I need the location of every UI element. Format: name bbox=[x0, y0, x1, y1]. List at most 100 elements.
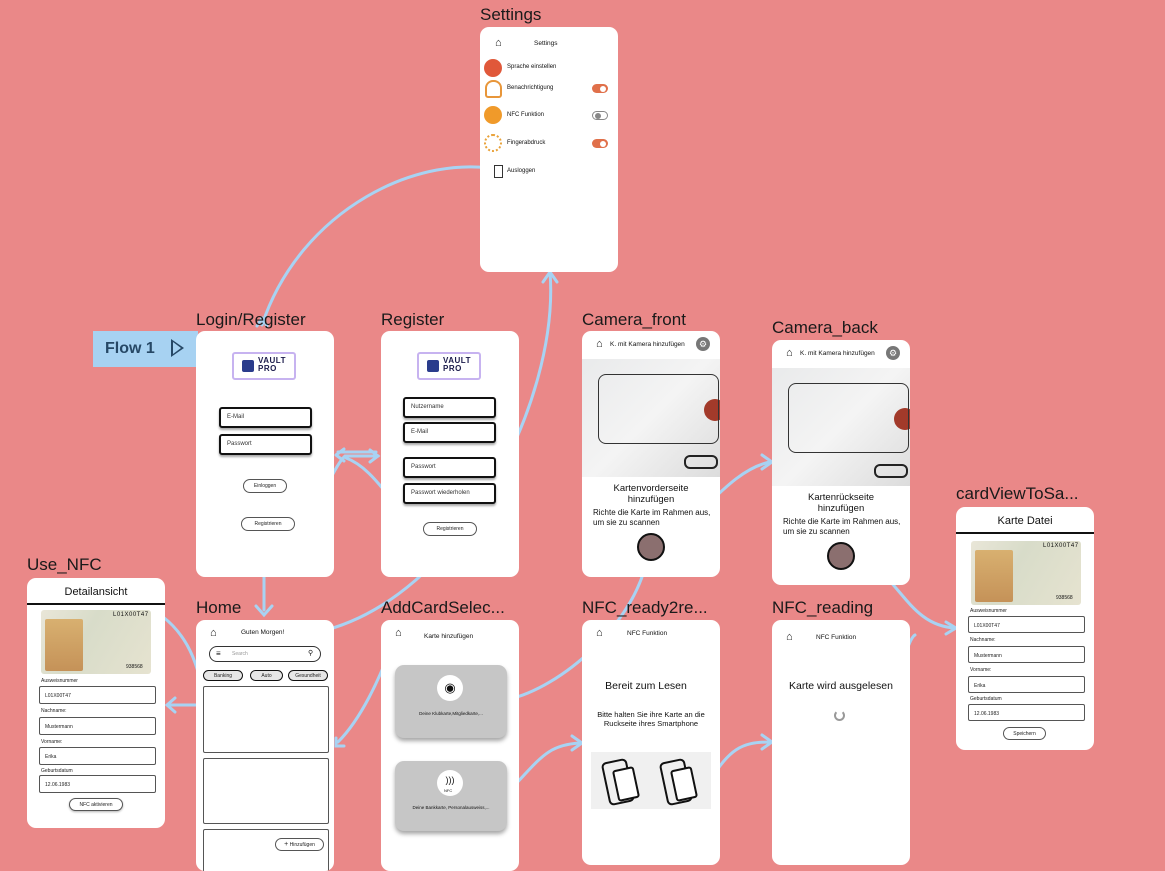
notifications-toggle[interactable] bbox=[592, 84, 608, 93]
nfc-illustration bbox=[591, 752, 711, 809]
home-screen: ⌂ Guten Morgen! ≡ Search ⚲ Banking Auto … bbox=[196, 620, 334, 871]
frame-title-card-view: cardViewToSa... bbox=[956, 484, 1079, 503]
search-input[interactable]: ≡ Search ⚲ bbox=[209, 646, 321, 662]
email-field[interactable]: E-Mail bbox=[403, 422, 496, 443]
add-card-screen: ⌂ Karte hinzufügen ◉ Deine Klubkarte,Mit… bbox=[381, 620, 519, 871]
firstname-field[interactable]: Erika bbox=[39, 747, 156, 765]
home-icon[interactable]: ⌂ bbox=[495, 37, 502, 49]
id-photo bbox=[975, 550, 1013, 602]
flow-tag-label: Flow 1 bbox=[105, 340, 155, 357]
vault-pro-logo: VAULT PRO bbox=[417, 352, 481, 380]
register-button[interactable]: Registrieren bbox=[423, 522, 477, 536]
option-label: Deine Bankkarte, Personalausweiss,... bbox=[412, 805, 490, 810]
password-field[interactable]: Passwort bbox=[403, 457, 496, 478]
card-slot[interactable] bbox=[203, 758, 329, 824]
chip-health[interactable]: Gesundheit bbox=[288, 670, 328, 681]
lock-icon bbox=[242, 360, 254, 372]
register-screen: VAULT PRO Nutzername E-Mail Passwort Pass… bbox=[381, 331, 519, 577]
nfc-toggle[interactable] bbox=[592, 111, 608, 120]
frame-title-add-card: AddCardSelec... bbox=[381, 598, 505, 617]
camera-title: Kartenvorderseite hinzufügen bbox=[613, 483, 689, 505]
card-view-header: Karte Datei bbox=[997, 515, 1053, 527]
card-view-screen: Karte Datei L01X00T47 938568 Ausweisnumm… bbox=[956, 507, 1094, 750]
gear-icon[interactable]: ⚙ bbox=[886, 346, 900, 360]
id-number: L01X00T47 bbox=[113, 612, 149, 618]
chip-banking[interactable]: Banking bbox=[203, 670, 243, 681]
detail-header: Detailansicht bbox=[64, 586, 128, 598]
fingerprint-icon bbox=[484, 134, 502, 152]
fingerprint-toggle[interactable] bbox=[592, 139, 608, 148]
home-icon[interactable]: ⌂ bbox=[596, 338, 603, 350]
settings-item-language[interactable]: Sprache einstellen bbox=[484, 58, 614, 78]
save-button[interactable]: Speichern bbox=[1003, 727, 1046, 740]
wifi-icon bbox=[484, 106, 502, 124]
camera-hint: Richte die Karte im Rahmen aus, um sie z… bbox=[593, 508, 711, 527]
plus-icon: + bbox=[284, 841, 289, 848]
field-label: Ausweisnummer bbox=[41, 678, 78, 684]
add-nfc-option[interactable]: ))) NFC Deine Bankkarte, Personalausweis… bbox=[395, 761, 507, 831]
password-field[interactable]: Passwort bbox=[219, 434, 312, 455]
search-icon[interactable]: ⚲ bbox=[308, 649, 313, 657]
id-number: L01X00T47 bbox=[1043, 543, 1079, 549]
settings-item-nfc[interactable]: NFC Funktion bbox=[484, 106, 614, 126]
nfc-header: NFC Funktion bbox=[627, 630, 668, 637]
settings-item-label: Sprache einstellen bbox=[507, 64, 557, 70]
field-label: Vorname: bbox=[41, 739, 63, 745]
logout-icon bbox=[494, 165, 503, 178]
settings-item-fingerprint[interactable]: Fingerabdruck bbox=[484, 134, 614, 154]
home-icon[interactable]: ⌂ bbox=[596, 627, 603, 639]
nfc-reading-screen: ⌂ NFC Funktion Karte wird ausgelesen bbox=[772, 620, 910, 865]
id-number-field[interactable]: L01X00T47 bbox=[39, 686, 156, 704]
settings-title: Settings bbox=[534, 40, 558, 47]
shutter-button[interactable] bbox=[637, 533, 665, 561]
menu-icon[interactable]: ≡ bbox=[216, 650, 221, 658]
camera-back-screen: ⌂ K. mit Kamera hinzufügen ⚙ Kartenrücks… bbox=[772, 340, 910, 585]
home-icon[interactable]: ⌂ bbox=[786, 347, 793, 359]
wrench-icon bbox=[484, 59, 502, 77]
frame-title-camera-back: Camera_back bbox=[772, 318, 878, 337]
nfc-activate-button[interactable]: NFC aktivieren bbox=[69, 798, 123, 811]
field-label: Nachname: bbox=[41, 708, 67, 714]
flow-tag[interactable]: Flow 1 bbox=[93, 331, 198, 367]
field-label: Nachname: bbox=[970, 637, 996, 643]
id-code: 938568 bbox=[126, 664, 143, 670]
id-number-field[interactable]: L01X00T47 bbox=[968, 616, 1085, 633]
option-label: Deine Klubkarte,Mitgliedkarte,... bbox=[419, 711, 483, 716]
surname-field[interactable]: Mustermann bbox=[39, 717, 156, 735]
home-icon[interactable]: ⌂ bbox=[786, 631, 793, 643]
nfc-ready-screen: ⌂ NFC Funktion Bereit zum Lesen Bitte ha… bbox=[582, 620, 720, 865]
email-field[interactable]: E-Mail bbox=[219, 407, 312, 428]
vault-pro-logo: VAULT PRO bbox=[232, 352, 296, 380]
settings-item-logout[interactable]: Ausloggen bbox=[484, 162, 614, 182]
frame-title-login: Login/Register bbox=[196, 310, 306, 329]
home-icon[interactable]: ⌂ bbox=[395, 627, 402, 639]
birthdate-field[interactable]: 12.06.1983 bbox=[39, 775, 156, 793]
shutter-button[interactable] bbox=[827, 542, 855, 570]
surname-field[interactable]: Mustermann bbox=[968, 646, 1085, 663]
chip-auto[interactable]: Auto bbox=[250, 670, 283, 681]
id-card-image: L01X00T47 938568 bbox=[971, 541, 1081, 605]
home-icon[interactable]: ⌂ bbox=[210, 627, 217, 639]
add-card-title: Karte hinzufügen bbox=[424, 633, 474, 640]
username-field[interactable]: Nutzername bbox=[403, 397, 496, 418]
id-card-image: L01X00T47 938568 bbox=[41, 610, 151, 674]
camera-hint: Richte die Karte im Rahmen aus, um sie z… bbox=[783, 517, 901, 536]
password-repeat-field[interactable]: Passwort wiederholen bbox=[403, 483, 496, 504]
nfc-reading-title: Karte wird ausgelesen bbox=[789, 680, 893, 692]
id-code: 938568 bbox=[1056, 595, 1073, 601]
frame-title-use-nfc: Use_NFC bbox=[27, 555, 102, 574]
gear-icon[interactable]: ⚙ bbox=[696, 337, 710, 351]
id-photo bbox=[45, 619, 83, 671]
login-button[interactable]: Einloggen bbox=[243, 479, 287, 493]
firstname-field[interactable]: Erika bbox=[968, 676, 1085, 693]
settings-item-notifications[interactable]: Benachrichtigung bbox=[484, 79, 614, 99]
birthdate-field[interactable]: 12.06.1983 bbox=[968, 704, 1085, 721]
settings-screen: ⌂ Settings Sprache einstellen Benachrich… bbox=[480, 27, 618, 272]
add-button[interactable]: + Hinzufügen bbox=[275, 838, 324, 851]
card-frame bbox=[598, 374, 719, 444]
field-label: Ausweisnummer bbox=[970, 608, 1007, 614]
frame-title-nfc-reading: NFC_reading bbox=[772, 598, 874, 617]
register-button[interactable]: Registrieren bbox=[241, 517, 295, 531]
add-camera-option[interactable]: ◉ Deine Klubkarte,Mitgliedkarte,... bbox=[395, 665, 507, 738]
card-slot[interactable] bbox=[203, 686, 329, 753]
